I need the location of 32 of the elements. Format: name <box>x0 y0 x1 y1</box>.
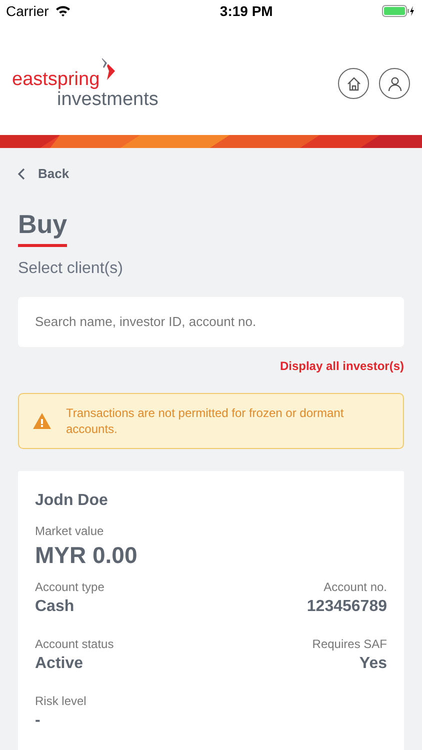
field-value: Cash <box>35 596 74 616</box>
field-label: Market value <box>35 522 105 540</box>
logo-text: investments <box>57 90 158 110</box>
field-value: Yes <box>359 654 387 674</box>
battery-icon <box>382 5 416 17</box>
display-all-link[interactable]: Display all investor(s) <box>280 356 404 374</box>
field-label: Requires SAF <box>312 636 387 652</box>
field-value: 123456789 <box>306 596 387 616</box>
search-field[interactable]: Search name, investor ID, account no. <box>18 296 404 346</box>
warning-text: Transactions are not permitted for frozen or dormant accounts. <box>66 404 345 436</box>
profile-button[interactable] <box>379 68 410 99</box>
home-icon <box>346 76 362 92</box>
field-label: Account type <box>35 578 104 596</box>
client-card[interactable]: Jodn Doe Market value MYR 0.00 Account type Cash Account no. 123456789 Account status Active Requires SAF Yes Risk level - <box>18 470 404 750</box>
carrier-text: Carrier <box>6 2 49 20</box>
client-name: Jodn Doe <box>35 490 109 510</box>
warning-icon <box>32 412 52 430</box>
field-value: - <box>35 710 40 730</box>
user-icon <box>386 76 402 92</box>
wifi-icon <box>54 5 71 17</box>
logo-text: eastspring <box>12 70 100 90</box>
field-label: Account no. <box>324 578 387 596</box>
field-label: Risk level <box>35 692 86 710</box>
clock-text: 3:19 PM <box>220 2 273 20</box>
field-value: Active <box>35 654 84 674</box>
chevron-left-icon <box>18 168 26 180</box>
back-button[interactable]: Back <box>18 164 70 184</box>
home-button[interactable] <box>338 68 369 99</box>
market-value: MYR 0.00 <box>35 540 138 570</box>
field-label: Account status <box>35 636 114 652</box>
page-title: Buy <box>18 208 68 240</box>
section-label: Select client(s) <box>18 258 124 278</box>
